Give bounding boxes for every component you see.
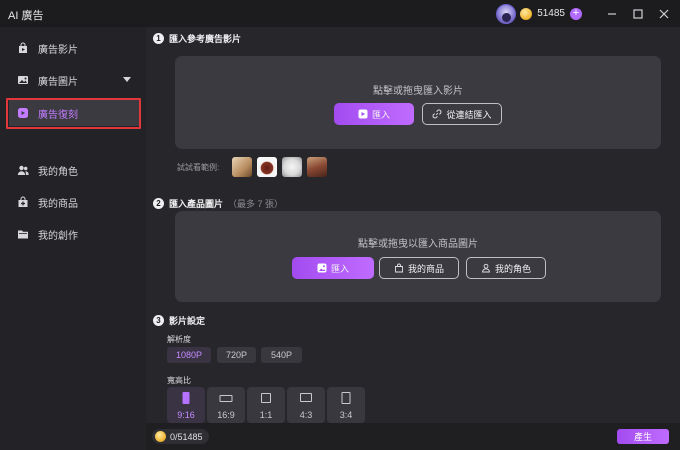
section-note: （最多 7 張）	[228, 199, 284, 209]
button-label: 我的角色	[494, 263, 531, 274]
app-title: AI 廣告	[8, 10, 44, 22]
ratio-label: 4:3	[299, 410, 313, 420]
resolution-option-1080p[interactable]: 1080P	[167, 347, 211, 363]
coin-icon	[520, 7, 533, 20]
credit-usage-text: 0/51485	[170, 431, 203, 442]
ratio-label: 9:16	[177, 410, 195, 420]
bag-video-icon	[17, 42, 29, 54]
credit-usage-pill: 0/51485	[152, 429, 209, 444]
step-number: 3	[153, 315, 164, 326]
section-title-text: 匯入產品圖片	[169, 199, 224, 209]
sidebar-item-label: 廣告影片	[38, 44, 78, 56]
resolution-option-540p[interactable]: 540P	[261, 347, 302, 363]
ratio-option-1-1[interactable]: 1:1	[247, 387, 285, 423]
example-thumbnail[interactable]	[307, 157, 327, 177]
main-panel: 1 匯入參考廣告影片 點擊或拖曳匯入影片 匯入 從連結匯入 試試看範例: 2 匯…	[146, 27, 680, 423]
sidebar-item-my-creations[interactable]: 我的創作	[9, 221, 139, 247]
ratio-option-9-16[interactable]: 9:16	[167, 387, 205, 423]
examples-label: 試試看範例:	[177, 163, 220, 172]
section-title-video-settings: 3 影片設定	[153, 314, 205, 327]
button-label: 我的商品	[407, 263, 444, 274]
active-item-highlight	[6, 98, 141, 129]
ratio-option-3-4[interactable]: 3:4	[327, 387, 365, 423]
step-number: 1	[153, 33, 164, 44]
sidebar-item-my-roles[interactable]: 我的角色	[9, 157, 139, 183]
folder-icon	[17, 228, 29, 240]
example-thumbnail[interactable]	[232, 157, 252, 177]
resolution-label: 解析度	[167, 335, 191, 344]
minimize-button[interactable]	[600, 0, 624, 27]
product-image-dropzone[interactable]: 點擊或拖曳以匯入商品圖片 匯入 我的商品 我的角色	[175, 211, 661, 302]
import-from-link-button[interactable]: 從連結匯入	[422, 103, 502, 125]
dropzone-hint: 點擊或拖曳以匯入商品圖片	[358, 239, 478, 250]
bottom-bar: 0/51485 產生	[146, 423, 680, 450]
add-credits-button[interactable]: +	[570, 7, 582, 20]
button-label: 從連結匯入	[446, 109, 492, 120]
section-title-reference-video: 1 匯入參考廣告影片	[153, 32, 241, 45]
ratio-option-4-3[interactable]: 4:3	[287, 387, 325, 423]
button-label: 匯入	[330, 263, 349, 274]
section-title-text: 匯入參考廣告影片	[169, 34, 242, 44]
close-button[interactable]	[652, 0, 676, 27]
step-number: 2	[153, 198, 164, 209]
ratio-option-16-9[interactable]: 16:9	[207, 387, 245, 423]
user-icon	[482, 263, 490, 273]
import-images-button[interactable]: 匯入	[292, 257, 374, 279]
sidebar-item-label: 我的商品	[38, 198, 78, 210]
aspect-ratio-label: 寬高比	[167, 376, 191, 385]
portrait-3-4-ratio-icon	[341, 392, 351, 404]
section-title-text: 影片設定	[169, 316, 206, 326]
chevron-down-icon[interactable]	[123, 77, 131, 82]
ratio-label: 3:4	[339, 410, 353, 420]
section-title-product-images: 2 匯入產品圖片 （最多 7 張）	[153, 197, 283, 210]
sidebar-item-label: 我的角色	[38, 166, 78, 178]
generate-button[interactable]: 產生	[617, 429, 669, 444]
image-icon	[17, 74, 29, 86]
maximize-icon	[633, 8, 643, 19]
minimize-icon	[608, 12, 616, 15]
sidebar: 廣告影片 廣告圖片 廣告復刻 我的角色 我的商品 我的創作	[0, 27, 146, 450]
my-products-button[interactable]: 我的商品	[379, 257, 459, 279]
title-bar: AI 廣告 51485 +	[0, 0, 680, 27]
coin-icon	[155, 431, 166, 442]
landscape-ratio-icon	[219, 395, 233, 402]
portrait-ratio-icon	[182, 392, 190, 404]
example-thumbnail[interactable]	[282, 157, 302, 177]
sidebar-item-ad-video[interactable]: 廣告影片	[9, 35, 139, 61]
users-icon	[17, 164, 29, 176]
sidebar-item-label: 廣告圖片	[38, 76, 78, 88]
title-bar-controls: 51485 +	[496, 0, 680, 27]
bag-icon	[395, 263, 403, 273]
example-thumbnail[interactable]	[257, 157, 277, 177]
link-icon	[433, 109, 442, 119]
import-video-button[interactable]: 匯入	[334, 103, 414, 125]
avatar[interactable]	[496, 3, 517, 24]
ratio-label: 1:1	[259, 410, 273, 420]
credit-balance: 51485	[537, 8, 565, 19]
image-import-icon	[317, 263, 327, 273]
landscape-4-3-ratio-icon	[300, 393, 312, 402]
button-label: 匯入	[371, 109, 390, 120]
ratio-label: 16:9	[217, 410, 235, 420]
close-icon	[659, 9, 669, 18]
sidebar-item-ad-image[interactable]: 廣告圖片	[9, 67, 139, 93]
dropzone-hint: 點擊或拖曳匯入影片	[373, 86, 463, 97]
sidebar-item-my-products[interactable]: 我的商品	[9, 189, 139, 215]
square-ratio-icon	[261, 393, 271, 403]
my-roles-button[interactable]: 我的角色	[466, 257, 546, 279]
maximize-button[interactable]	[626, 0, 650, 27]
product-bag-icon	[17, 196, 29, 208]
resolution-option-720p[interactable]: 720P	[217, 347, 256, 363]
import-icon	[358, 109, 368, 119]
sidebar-item-label: 我的創作	[38, 230, 78, 242]
video-dropzone[interactable]: 點擊或拖曳匯入影片 匯入 從連結匯入	[175, 56, 661, 149]
